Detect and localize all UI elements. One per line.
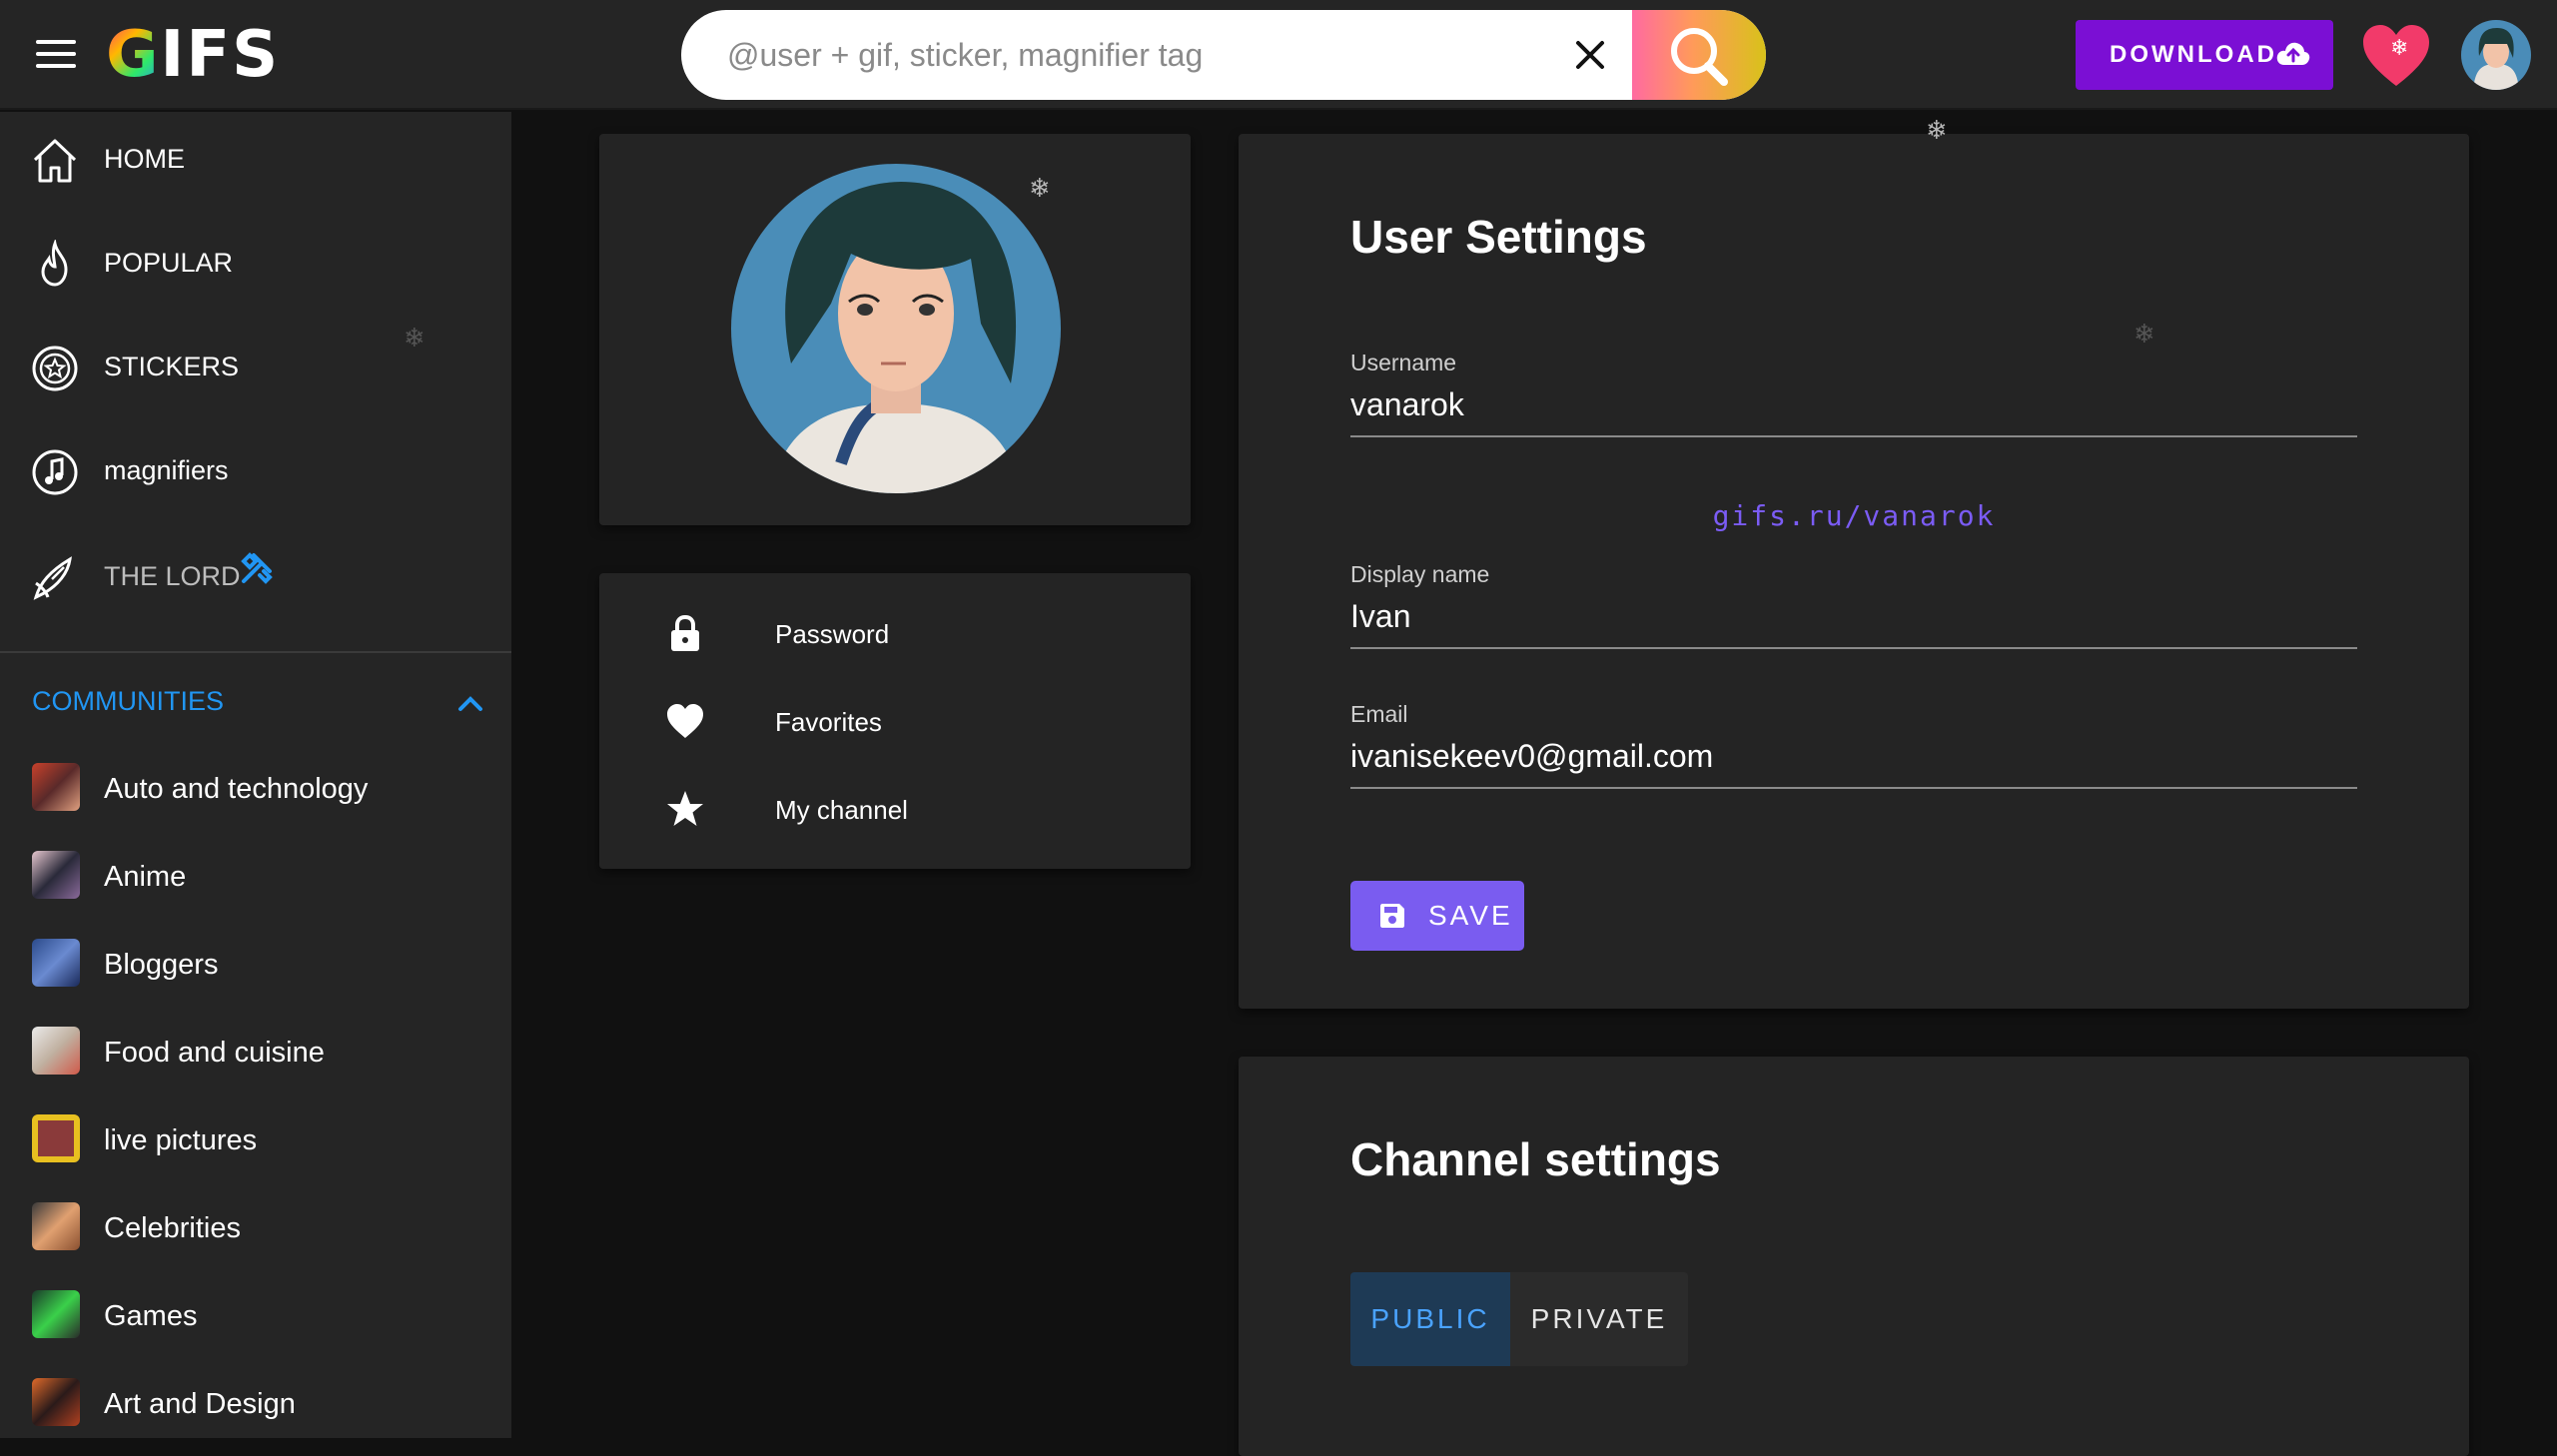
community-thumbnail: [32, 1202, 80, 1250]
snowflake-icon: ❄: [404, 324, 426, 354]
menu-item-password[interactable]: Password: [599, 589, 1191, 677]
private-toggle[interactable]: PRIVATE: [1510, 1272, 1688, 1366]
sidebar: HOME POPULAR STICKERS magnifiers THE LOR…: [0, 112, 511, 1438]
profile-link[interactable]: gifs.ru/vanarok: [1239, 499, 2469, 532]
search-bar: [681, 10, 1766, 100]
menu-icon[interactable]: [36, 40, 76, 70]
music-note-icon: [32, 449, 78, 495]
community-label: Bloggers: [104, 949, 219, 981]
floppy-disk-icon: [1380, 904, 1404, 928]
public-toggle[interactable]: PUBLIC: [1350, 1272, 1510, 1366]
menu-item-my-channel[interactable]: My channel: [599, 765, 1191, 853]
community-label: Art and Design: [104, 1388, 296, 1420]
username-input[interactable]: [1350, 386, 2357, 437]
community-item[interactable]: Celebrities: [0, 1186, 511, 1266]
flame-icon: [41, 240, 68, 287]
display-name-field: Display name: [1350, 561, 2357, 649]
sidebar-item-label: STICKERS: [104, 352, 240, 381]
chevron-up-icon[interactable]: [455, 689, 485, 719]
community-label: live pictures: [104, 1124, 258, 1156]
snowflake-icon: ❄: [2133, 320, 2155, 350]
save-button[interactable]: SAVE: [1350, 881, 1524, 951]
sidebar-divider: [0, 651, 511, 653]
download-label: DOWNLOAD: [2110, 41, 2277, 68]
logo[interactable]: GIFS: [106, 20, 280, 90]
save-label: SAVE: [1428, 900, 1513, 931]
profile-card: ❄: [599, 134, 1191, 525]
community-item[interactable]: Bloggers: [0, 923, 511, 1003]
username-label: Username: [1350, 350, 1457, 375]
profile-menu-card: Password Favorites My channel: [599, 573, 1191, 869]
community-item[interactable]: Food and cuisine: [0, 1011, 511, 1091]
download-button[interactable]: DOWNLOAD: [2076, 20, 2333, 90]
sticker-icon: [32, 346, 78, 391]
snowflake-icon: ❄: [1029, 174, 1051, 204]
community-label: Anime: [104, 861, 187, 893]
user-settings-card: User Settings Username gifs.ru/vanarok D…: [1239, 116, 2469, 1009]
brush-icon: [33, 556, 72, 600]
community-item[interactable]: Art and Design: [0, 1362, 511, 1442]
user-settings-title: User Settings: [1350, 211, 1647, 263]
community-label: Auto and technology: [104, 773, 369, 805]
sidebar-item-stickers[interactable]: STICKERS: [0, 322, 511, 411]
sidebar-item-magnifiers[interactable]: magnifiers: [0, 425, 511, 515]
community-item[interactable]: Games: [0, 1274, 511, 1354]
tools-icon: [241, 552, 273, 584]
user-avatar[interactable]: [2461, 20, 2531, 90]
search-button[interactable]: [1632, 10, 1766, 100]
sidebar-item-label: POPULAR: [104, 248, 234, 278]
sidebar-item-label: magnifiers: [104, 455, 229, 485]
star-icon: [667, 791, 703, 826]
search-input[interactable]: [727, 10, 1586, 100]
heart-icon: [667, 704, 703, 738]
clear-icon[interactable]: [1570, 35, 1610, 75]
community-item[interactable]: live pictures: [0, 1098, 511, 1178]
community-item[interactable]: Anime: [0, 835, 511, 915]
community-thumbnail: [32, 851, 80, 899]
display-name-input[interactable]: [1350, 598, 2357, 649]
email-field: Email: [1350, 701, 2357, 789]
community-thumbnail: [32, 1378, 80, 1426]
home-icon: [33, 139, 77, 183]
community-label: Celebrities: [104, 1212, 241, 1244]
menu-item-label: My channel: [775, 795, 908, 825]
email-input[interactable]: [1350, 738, 2357, 789]
community-label: Games: [104, 1300, 198, 1332]
sidebar-item-popular[interactable]: POPULAR: [0, 218, 511, 308]
sidebar-item-label: HOME: [104, 144, 185, 174]
display-name-label: Display name: [1350, 561, 1490, 587]
cloud-upload-icon: [2276, 42, 2310, 65]
community-item[interactable]: Auto and technology: [0, 747, 511, 827]
profile-avatar[interactable]: [731, 164, 1061, 493]
sidebar-item-the-lord[interactable]: THE LORD: [0, 531, 511, 621]
menu-item-label: Password: [775, 619, 890, 649]
community-thumbnail: [32, 763, 80, 811]
community-thumbnail: [32, 1290, 80, 1338]
lock-icon: [671, 614, 699, 651]
communities-header[interactable]: COMMUNITIES: [32, 686, 224, 717]
username-field: Username: [1350, 350, 2357, 437]
menu-item-label: Favorites: [775, 707, 882, 737]
top-bar: GIFS DOWNLOAD ❄: [0, 0, 2557, 110]
svg-text:❄: ❄: [2390, 36, 2408, 61]
community-thumbnail: [32, 939, 80, 987]
community-thumbnail: [32, 1114, 80, 1162]
snowflake-icon: ❄: [1926, 116, 1948, 146]
email-label: Email: [1350, 701, 1408, 727]
channel-settings-card: Channel settings PUBLIC PRIVATE: [1239, 1057, 2469, 1456]
menu-item-favorites[interactable]: Favorites: [599, 677, 1191, 765]
community-label: Food and cuisine: [104, 1037, 325, 1069]
sidebar-item-label: THE LORD: [104, 561, 241, 591]
favorites-heart-icon[interactable]: ❄: [2359, 20, 2433, 90]
sidebar-item-home[interactable]: HOME: [0, 114, 511, 204]
channel-settings-title: Channel settings: [1350, 1133, 1721, 1185]
search-icon: [1671, 28, 1728, 86]
community-thumbnail: [32, 1027, 80, 1075]
